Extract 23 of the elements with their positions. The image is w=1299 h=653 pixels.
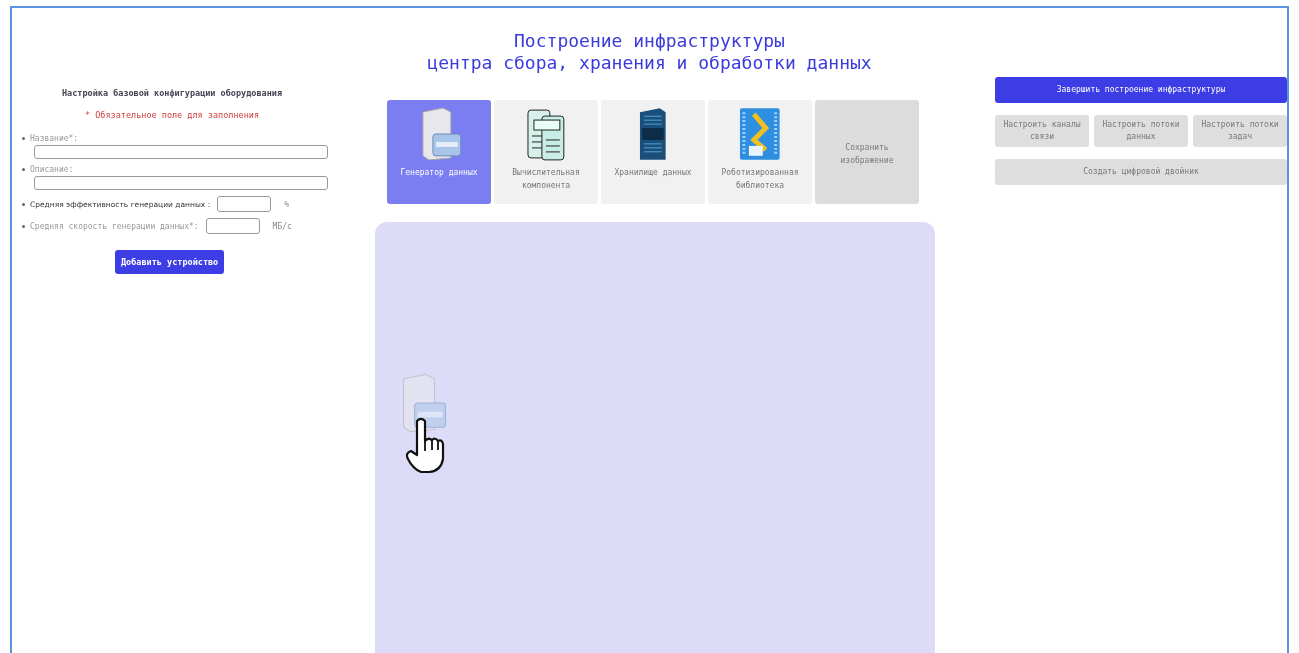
input-field[interactable] xyxy=(217,196,272,212)
device-tile[interactable]: Хранилище данных xyxy=(601,100,705,204)
device-tile[interactable]: Генератор данных xyxy=(387,100,491,204)
input-field[interactable] xyxy=(205,218,260,234)
required-note: * Обязательное поле для заполнения xyxy=(84,110,260,120)
input-field[interactable] xyxy=(34,145,328,159)
unit-label: % xyxy=(284,199,289,209)
unit-label: MБ/с xyxy=(272,221,292,231)
field-label: Название*: xyxy=(30,134,79,143)
field-label: Средняя скорость генерации данных*: xyxy=(30,221,199,231)
form-heading: Настройка базовой конфигурации оборудования xyxy=(60,88,284,98)
input-field[interactable] xyxy=(34,176,328,190)
bullet-icon xyxy=(22,224,25,228)
bullet-icon xyxy=(22,202,25,206)
device-tile[interactable]: Вычислительная компонента xyxy=(494,100,598,204)
bullet-icon xyxy=(22,168,25,171)
finish-button[interactable]: Завершить построение инфраструктуры xyxy=(995,77,1287,103)
hand-cursor-icon xyxy=(405,417,445,475)
device-tile[interactable]: Роботизированная библиотека xyxy=(708,100,812,204)
bullet-icon xyxy=(22,137,25,140)
field-label: Описание: xyxy=(30,165,74,174)
add-device-button[interactable]: Добавить устройство xyxy=(115,250,225,274)
page-title: Построение инфраструктуры центра сбора, хранения и обработки данных xyxy=(426,30,873,74)
